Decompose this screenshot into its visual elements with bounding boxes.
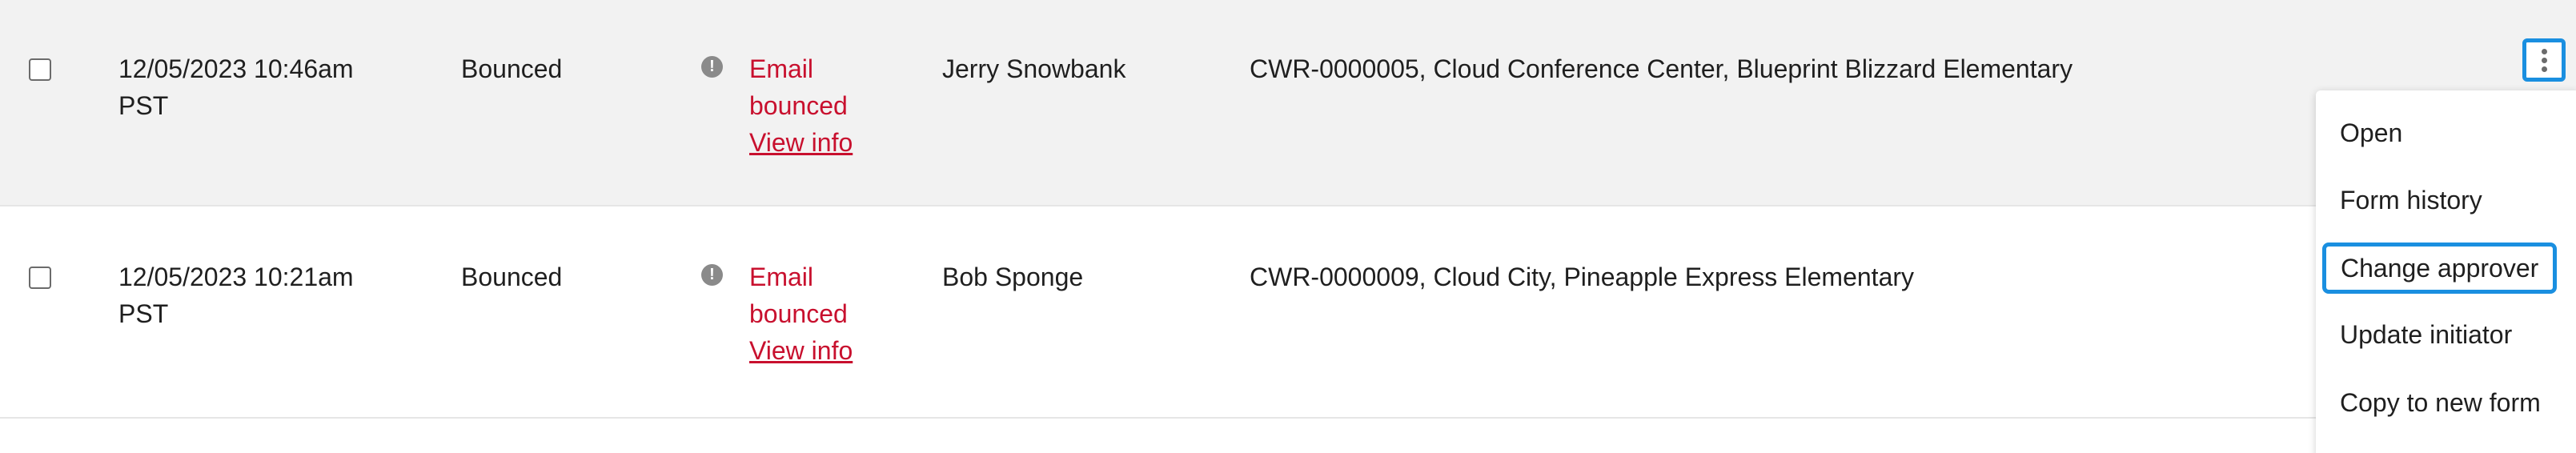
menu-item-change-approver[interactable]: Change approver (2322, 243, 2558, 294)
name-cell: Bob Sponge (942, 263, 1084, 291)
exclamation-circle-icon: ! (701, 56, 723, 78)
name-cell: Jerry Snowbank (942, 54, 1126, 83)
message-text-line1: Email (749, 263, 814, 291)
view-info-link[interactable]: View info (749, 332, 909, 369)
view-info-link[interactable]: View info (749, 124, 909, 161)
row-actions-button[interactable] (2522, 38, 2566, 82)
row-select-checkbox[interactable] (29, 267, 51, 289)
menu-item-update-initiator[interactable]: Update initiator (2340, 316, 2512, 353)
menu-item-form-history[interactable]: Form history (2340, 182, 2482, 218)
row-select-checkbox[interactable] (29, 58, 51, 81)
date-cell: 12/05/2023 10:46am PST (118, 54, 354, 120)
kebab-menu-icon (2541, 48, 2547, 72)
status-cell: Bounced (461, 54, 563, 83)
form-cell: CWR-0000005, Cloud Conference Center, Bl… (1250, 54, 2073, 83)
date-cell: 12/05/2023 10:21am PST (118, 263, 354, 328)
message-text-line2: bounced (749, 299, 848, 328)
row-actions-menu: Open Form history Change approver Update… (2316, 90, 2576, 453)
form-cell: CWR-0000009, Cloud City, Pineapple Expre… (1250, 263, 1915, 291)
message-text-line2: bounced (749, 91, 848, 120)
menu-item-copy-to-new-form[interactable]: Copy to new form (2340, 384, 2541, 421)
message-text-line1: Email (749, 54, 814, 83)
message-cell: Email bounced View info (749, 259, 909, 369)
table-row[interactable]: 12/05/2023 10:46am PST Bounced ! Email b… (0, 0, 2576, 206)
status-cell: Bounced (461, 263, 563, 291)
exclamation-circle-icon: ! (701, 264, 723, 286)
table-row[interactable]: 12/05/2023 10:21am PST Bounced ! Email b… (0, 209, 2576, 419)
form-activity-list: 12/05/2023 10:46am PST Bounced ! Email b… (0, 0, 2576, 453)
message-cell: Email bounced View info (749, 50, 909, 161)
menu-item-open[interactable]: Open (2340, 114, 2402, 151)
